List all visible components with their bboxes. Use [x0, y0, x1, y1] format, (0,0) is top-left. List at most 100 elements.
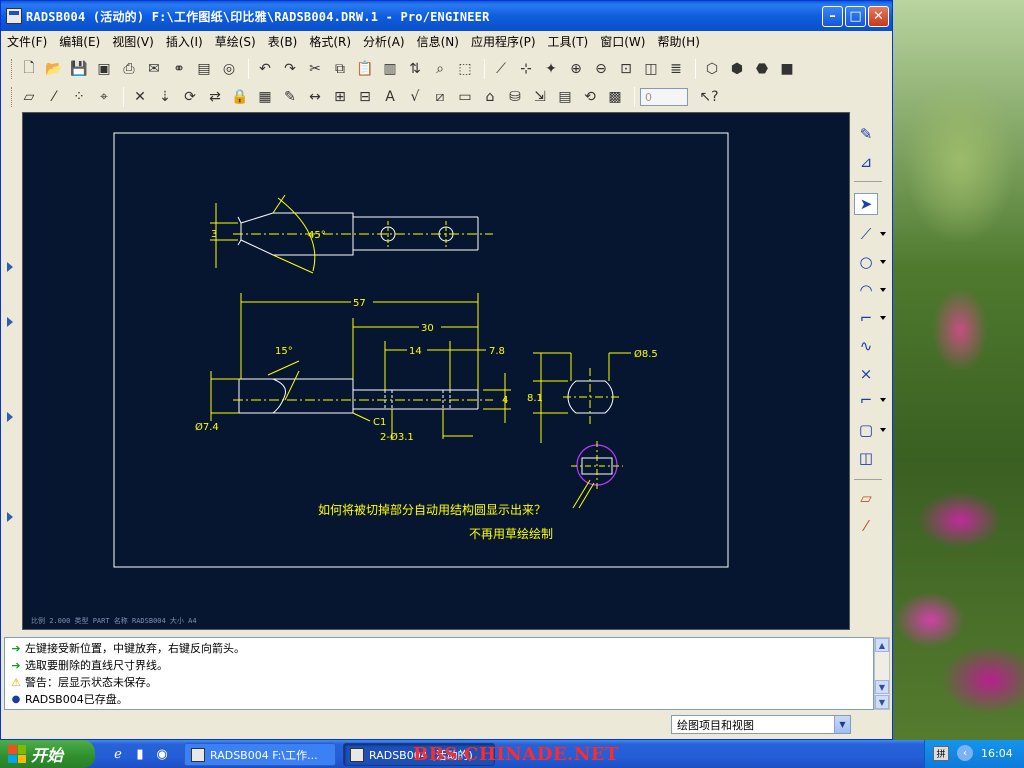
dim-8-1-text[interactable]: 8.1 — [527, 393, 543, 404]
table-insert-icon[interactable]: ▤ — [554, 86, 576, 108]
print-icon[interactable]: ⎙ — [118, 58, 140, 80]
dim-7-4-text[interactable]: Ø7.4 — [195, 421, 219, 433]
menu-view[interactable]: 视图(V) — [106, 33, 160, 50]
menu-insert[interactable]: 插入(I) — [160, 33, 209, 50]
drawing-sheet-svg[interactable]: 3 45° 57 30 14 7.8 15° Ø7.4 C1 2-Ø3.1 4 … — [23, 113, 851, 631]
send-link-icon[interactable]: ⚭ — [168, 58, 190, 80]
context-help-icon[interactable]: ↖? — [698, 86, 720, 108]
internet-explorer-icon[interactable]: ℯ — [110, 746, 126, 762]
saved-views-icon[interactable]: ◫ — [640, 58, 662, 80]
layers-icon[interactable]: ≣ — [665, 58, 687, 80]
cut-icon[interactable]: ✂ — [304, 58, 326, 80]
dim-3-text[interactable]: 3 — [211, 229, 217, 240]
redraw-icon[interactable]: ⟳ — [179, 86, 201, 108]
front-view[interactable]: 57 30 14 7.8 15° Ø7.4 C1 2-Ø3.1 4 — [195, 293, 511, 443]
taskbar-button-window-1[interactable]: RADSB004 F:\工作... — [184, 743, 336, 766]
note-icon[interactable]: A — [379, 86, 401, 108]
mirror-tool-icon[interactable]: ◫ — [854, 447, 878, 469]
dim-57-text[interactable]: 57 — [353, 298, 366, 309]
highlight-icon[interactable]: ✎ — [279, 86, 301, 108]
expand-arrow-icon[interactable] — [7, 412, 13, 422]
chevron-down-icon[interactable] — [880, 316, 886, 320]
spline-tool-icon[interactable]: ∿ — [854, 335, 878, 357]
dim-45-text[interactable]: 45° — [308, 230, 326, 241]
detail-sketch[interactable] — [571, 441, 623, 509]
menu-analysis[interactable]: 分析(A) — [357, 33, 411, 50]
show-erase-icon[interactable]: ⇄ — [204, 86, 226, 108]
fillet-tool-icon[interactable]: ⌐ — [854, 307, 878, 329]
line-tool-icon[interactable]: ⟋ — [854, 223, 878, 245]
dim-14-text[interactable]: 14 — [409, 346, 422, 357]
ime-indicator-icon[interactable]: 拼 — [933, 746, 949, 761]
app-icon[interactable] — [6, 8, 22, 24]
menu-file[interactable]: 文件(F) — [1, 33, 53, 50]
menu-table[interactable]: 表(B) — [262, 33, 304, 50]
message-area[interactable]: ➔ 左键接受新位置，中键放弃，右键反向箭头。 ➔ 选取要删除的直线尺寸界线。 ⚠… — [4, 637, 874, 710]
chevron-down-icon[interactable] — [880, 232, 886, 236]
update-table-icon[interactable]: ⟲ — [579, 86, 601, 108]
break-line-icon[interactable]: ⁄ — [854, 515, 878, 537]
title-bar[interactable]: RADSB004 (活动的) F:\工作图纸\印比雅\RADSB004.DRW.… — [1, 1, 892, 31]
arc-tool-icon[interactable]: ◠ — [854, 279, 878, 301]
save-icon[interactable]: 💾 — [68, 58, 90, 80]
start-button[interactable]: 开始 — [0, 740, 95, 768]
bom-balloon-icon[interactable]: ▩ — [604, 86, 626, 108]
insert-drawing-view-icon[interactable]: ⇣ — [154, 86, 176, 108]
scroll-end-icon[interactable]: ▼ — [875, 695, 889, 709]
hatch-tool-icon[interactable]: ▱ — [854, 487, 878, 509]
minimize-button[interactable]: – — [822, 6, 843, 27]
menu-window[interactable]: 窗口(W) — [594, 33, 651, 50]
expand-arrow-icon[interactable] — [7, 512, 13, 522]
circle-tool-icon[interactable]: ○ — [854, 251, 878, 273]
dim-holes-text[interactable]: 2-Ø3.1 — [380, 431, 414, 443]
message-scrollbar[interactable]: ▲ ▼ ▼ — [874, 637, 890, 710]
menu-tools[interactable]: 工具(T) — [542, 33, 595, 50]
menu-applications[interactable]: 应用程序(P) — [465, 33, 542, 50]
new-file-icon[interactable]: 🗋 — [18, 58, 40, 80]
lock-view-icon[interactable]: 🔒 — [229, 86, 251, 108]
note-question[interactable]: 如何将被切掉部分自动用结构圆显示出来？ — [318, 502, 546, 517]
note-subline[interactable]: 不再用草绘绘制 — [469, 526, 553, 541]
zoom-in-icon[interactable]: ⊕ — [565, 58, 587, 80]
redo-icon[interactable]: ↷ — [279, 58, 301, 80]
toolbar-grip[interactable] — [11, 59, 14, 79]
shading-icon[interactable]: ■ — [776, 58, 798, 80]
sketch-parametric-icon[interactable]: ⊿ — [854, 151, 878, 173]
ordinate-dim-icon[interactable]: ⊞ — [329, 86, 351, 108]
repaint-icon[interactable]: ⟋ — [490, 58, 512, 80]
geometric-tolerance-icon[interactable]: ⧄ — [429, 86, 451, 108]
sketch-preferences-icon[interactable]: ✎ — [854, 123, 878, 145]
save-copy-icon[interactable]: ▣ — [93, 58, 115, 80]
toolbar-grip[interactable] — [11, 87, 14, 107]
menu-edit[interactable]: 编辑(E) — [53, 33, 106, 50]
chamfer-tool-icon[interactable]: ⌐ — [854, 389, 878, 411]
dim-7-8-text[interactable]: 7.8 — [489, 346, 505, 357]
dimension-icon[interactable]: ↔ — [304, 86, 326, 108]
zoom-out-icon[interactable]: ⊖ — [590, 58, 612, 80]
close-button[interactable]: ✕ — [868, 6, 889, 27]
wireframe-icon[interactable]: ⬡ — [701, 58, 723, 80]
surface-finish-icon[interactable]: √ — [404, 86, 426, 108]
spin-center-icon[interactable]: ⊹ — [515, 58, 537, 80]
chevron-down-icon[interactable] — [880, 260, 886, 264]
dim-4-text[interactable]: 4 — [502, 395, 508, 406]
dim-30-text[interactable]: 30 — [421, 323, 434, 334]
maximize-button[interactable]: □ — [845, 6, 866, 27]
refit-icon[interactable]: ⊡ — [615, 58, 637, 80]
tray-expand-icon[interactable]: ‹ — [957, 745, 973, 761]
dim-8-5-text[interactable]: Ø8.5 — [634, 348, 658, 360]
balloon-icon[interactable]: ⛁ — [504, 86, 526, 108]
paste-special-icon[interactable]: ▥ — [379, 58, 401, 80]
select-arrow-icon[interactable]: ➤ — [854, 193, 878, 215]
dim-15-text[interactable]: 15° — [275, 346, 293, 357]
selection-box-icon[interactable]: ⬚ — [454, 58, 476, 80]
top-view[interactable]: 3 45° — [210, 194, 493, 274]
expand-arrow-icon[interactable] — [7, 262, 13, 272]
hidden-line-icon[interactable]: ⬢ — [726, 58, 748, 80]
symbol-icon[interactable]: ⌂ — [479, 86, 501, 108]
table-icon[interactable]: ▦ — [254, 86, 276, 108]
datum-feature-icon[interactable]: ▭ — [454, 86, 476, 108]
media-player-icon[interactable]: ▮ — [132, 746, 148, 762]
chevron-down-icon[interactable]: ▼ — [834, 716, 850, 733]
copy-icon[interactable]: ⧉ — [329, 58, 351, 80]
